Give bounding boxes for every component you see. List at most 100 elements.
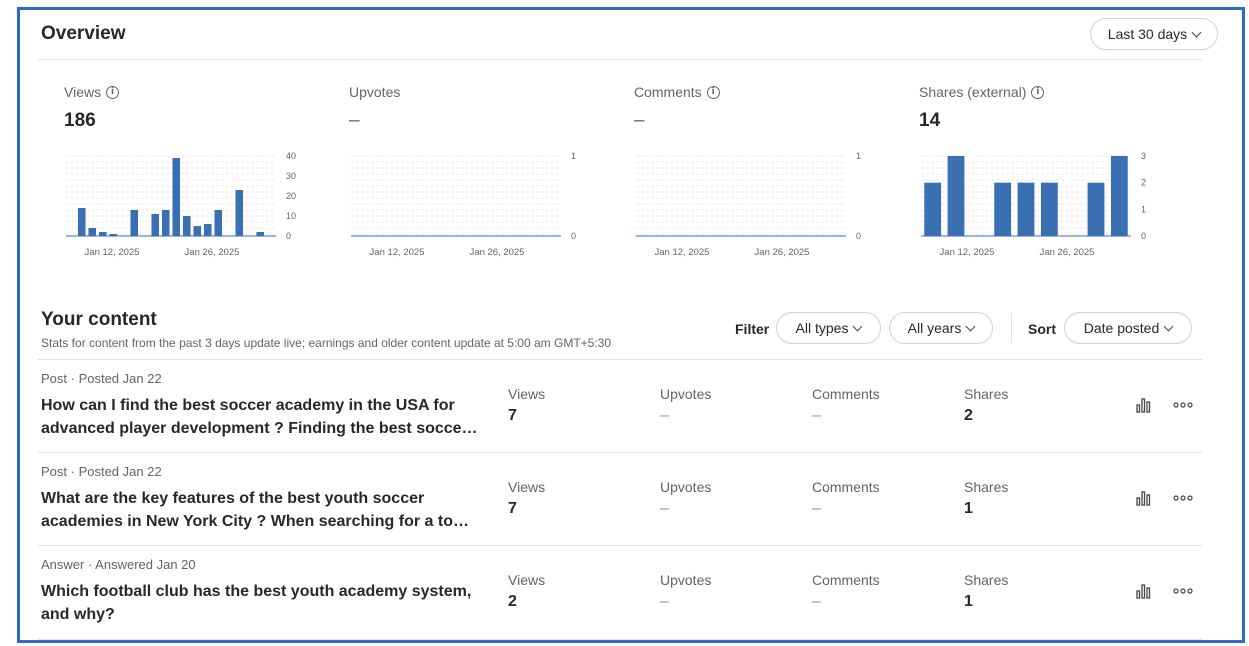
metric-value: – (349, 110, 360, 131)
y-tick-label: 30 (286, 171, 296, 181)
stats-bar-chart-icon[interactable] (1135, 396, 1153, 414)
stat-comments: Comments – (812, 386, 880, 424)
x-tick-label: Jan 26, 2025 (1040, 247, 1095, 258)
views-chart: 40 30 20 10 0 Jan 12, 2025 Jan 26, 2025 (66, 151, 296, 258)
chart-bar (214, 210, 223, 236)
date-range-label: Last 30 days (1107, 26, 1188, 42)
more-options-icon[interactable] (1173, 588, 1193, 594)
your-content-subtitle: Stats for content from the past 3 days u… (41, 336, 612, 350)
stats-bar-chart-icon[interactable] (1135, 582, 1153, 600)
stat-views: Views 7 (508, 479, 546, 517)
chevron-down-icon (853, 321, 863, 331)
chart-bar (1017, 182, 1035, 236)
x-tick-label: Jan 12, 2025 (85, 247, 140, 258)
content-meta: Post · Posted Jan 22 (41, 371, 162, 386)
metric-value: 14 (919, 110, 941, 131)
chart-bar (172, 158, 181, 236)
content-title-link[interactable]: How can I find the best soccer academy i… (41, 394, 481, 440)
analytics-frame: Overview Last 30 days Views i 186 40 30 20… (17, 7, 1245, 643)
divider (38, 59, 1202, 60)
metric-comments: Comments i – 1 0 Jan 12, 2025 Jan 26, 2025 (634, 80, 894, 280)
metric-label: Shares (external) i (919, 84, 1045, 100)
metric-views: Views i 186 40 30 20 10 0 Jan 12, 2025 Jan 26,… (64, 80, 324, 280)
chart-bar (130, 210, 139, 236)
stat-shares: Shares 1 (964, 479, 1009, 517)
chart-bar (151, 214, 160, 236)
content-title-link[interactable]: Which football club has the best youth a… (41, 580, 481, 626)
upvotes-chart: 1 0 Jan 12, 2025 Jan 26, 2025 (351, 151, 576, 258)
overview-title: Overview (41, 23, 126, 44)
divider (38, 639, 1202, 640)
content-meta: Post · Posted Jan 22 (41, 464, 162, 479)
content-title-link[interactable]: What are the key features of the best yo… (41, 487, 481, 533)
chart-bar (203, 224, 212, 236)
chart-bar (109, 234, 118, 236)
chart-bar (98, 232, 107, 236)
y-tick-label: 1 (571, 151, 576, 161)
stat-views: Views 7 (508, 386, 546, 424)
chart-bar (88, 228, 97, 236)
content-row: Answer · Answered Jan 20 Which football … (38, 546, 1202, 638)
stat-upvotes: Upvotes – (660, 386, 712, 424)
chevron-down-icon (1191, 27, 1202, 37)
chart-bar (1040, 182, 1058, 236)
date-range-dropdown[interactable]: Last 30 days (1090, 18, 1218, 50)
chevron-down-icon (1163, 321, 1174, 331)
more-options-icon[interactable] (1173, 495, 1193, 501)
y-tick-label: 20 (286, 191, 296, 201)
chart-bar (256, 232, 265, 236)
metric-label: Comments i (634, 84, 720, 100)
filter-label: Filter (735, 321, 770, 337)
content-row: Post · Posted Jan 22 What are the key fe… (38, 453, 1202, 545)
y-tick-label: 0 (856, 231, 861, 241)
content-meta: Answer · Answered Jan 20 (41, 557, 196, 572)
x-tick-label: Jan 26, 2025 (470, 247, 525, 258)
y-tick-label: 1 (1141, 204, 1146, 214)
more-options-icon[interactable] (1173, 402, 1193, 408)
y-tick-label: 10 (286, 211, 296, 221)
info-icon[interactable]: i (706, 85, 720, 99)
metric-shares: Shares (external) i 14 3 2 1 0 Jan 12, 2025 J… (919, 80, 1179, 280)
y-tick-label: 1 (856, 151, 861, 161)
chart-bar (235, 190, 244, 236)
filter-year-dropdown[interactable]: All years (889, 312, 993, 344)
y-tick-label: 0 (1141, 231, 1146, 241)
x-tick-label: Jan 12, 2025 (655, 247, 710, 258)
stats-bar-chart-icon[interactable] (1135, 489, 1153, 507)
x-tick-label: Jan 26, 2025 (755, 247, 810, 258)
stat-comments: Comments – (812, 572, 880, 610)
metric-label: Upvotes (349, 84, 401, 100)
filter-type-dropdown[interactable]: All types (776, 312, 881, 344)
metric-value: 186 (64, 110, 96, 131)
chart-bar (161, 210, 170, 236)
stat-shares: Shares 1 (964, 572, 1009, 610)
metric-upvotes: Upvotes – 1 0 Jan 12, 2025 Jan 26, 2025 (349, 80, 609, 280)
x-tick-label: Jan 12, 2025 (370, 247, 425, 258)
stat-shares: Shares 2 (964, 386, 1009, 424)
y-tick-label: 2 (1141, 178, 1146, 188)
sort-label: Sort (1028, 321, 1056, 337)
stat-upvotes: Upvotes – (660, 572, 712, 610)
info-icon[interactable]: i (106, 85, 120, 99)
chart-bar (182, 216, 191, 236)
chart-bar (1087, 182, 1105, 236)
chart-bar (924, 182, 942, 236)
analytics-panel: Overview Last 30 days Views i 186 40 30 20… (38, 10, 1218, 640)
stat-views: Views 2 (508, 572, 546, 610)
sort-dropdown[interactable]: Date posted (1064, 312, 1192, 344)
y-tick-label: 0 (571, 231, 576, 241)
divider (1011, 313, 1012, 343)
chart-bar (1110, 156, 1128, 236)
chart-bar (77, 208, 86, 236)
content-row: Post · Posted Jan 22 How can I find the … (38, 360, 1202, 452)
chart-bar (994, 182, 1012, 236)
stat-comments: Comments – (812, 479, 880, 517)
stat-upvotes: Upvotes – (660, 479, 712, 517)
y-tick-label: 3 (1141, 151, 1146, 161)
info-icon[interactable]: i (1031, 85, 1045, 99)
chart-bar (193, 226, 202, 236)
metric-label: Views i (64, 84, 120, 100)
comments-chart: 1 0 Jan 12, 2025 Jan 26, 2025 (636, 151, 861, 258)
shares-chart: 3 2 1 0 Jan 12, 2025 Jan 26, 2025 (921, 151, 1146, 258)
metric-value: – (634, 110, 645, 131)
